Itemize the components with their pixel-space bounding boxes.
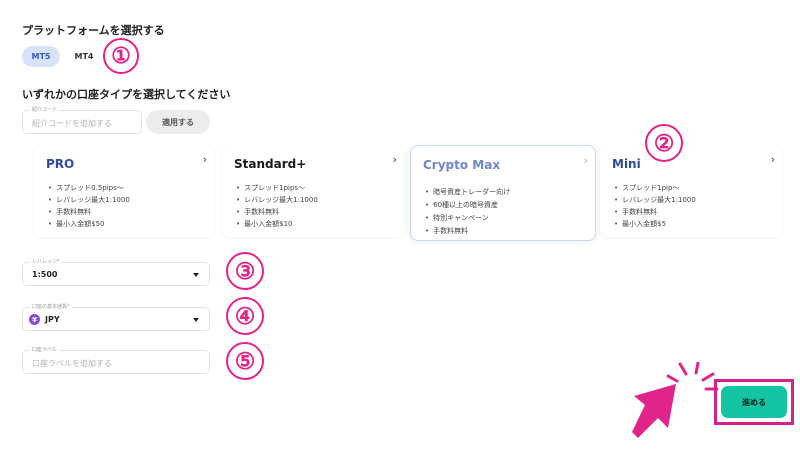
- referral-code-placeholder: 紹介コードを追加する: [32, 119, 112, 128]
- referral-code-label: 紹介コード: [30, 106, 60, 113]
- list-item: 手数料無料: [236, 206, 318, 218]
- chevron-right-icon: ›: [392, 153, 397, 166]
- cursor-arrow-icon: [632, 362, 719, 438]
- list-item: 暗号資産トレーダー向け: [425, 186, 510, 199]
- account-card-crypto-max[interactable]: Crypto Max › 暗号資産トレーダー向け 60種以上の暗号資産 特別キャ…: [410, 145, 596, 241]
- list-item: レバレッジ最大1:1000: [236, 194, 318, 206]
- currency-select[interactable]: 口座の基本通貨* ¥ JPY: [22, 303, 210, 331]
- card-title: Crypto Max: [423, 158, 501, 172]
- chevron-right-icon: ›: [202, 153, 207, 166]
- list-item: スプレッド1pips〜: [236, 182, 318, 194]
- account-card-mini[interactable]: Mini › スプレッド1pip〜 レバレッジ最大1:1000 手数料無料 最小…: [600, 145, 782, 237]
- account-type-title: いずれかの口座タイプを選択してください: [22, 88, 231, 101]
- list-item: レバレッジ最大1:1000: [614, 194, 696, 206]
- platform-mt5-button[interactable]: MT5: [22, 46, 60, 67]
- apply-code-button[interactable]: 適用する: [146, 110, 210, 134]
- next-button[interactable]: 進める: [721, 386, 787, 418]
- account-label-placeholder: 口座ラベルを追加する: [32, 359, 112, 368]
- list-item: 手数料無料: [425, 225, 510, 238]
- leverage-select[interactable]: レバレッジ* 1:500: [22, 258, 210, 286]
- currency-value: JPY: [45, 315, 60, 324]
- annotation-4: ④: [226, 297, 264, 335]
- list-item: 最小入金額$10: [236, 218, 318, 230]
- platform-title: プラットフォームを選択する: [22, 24, 165, 37]
- card-features: スプレッド1pip〜 レバレッジ最大1:1000 手数料無料 最小入金額$5: [614, 182, 696, 230]
- card-features: スプレッド0.5pips〜 レバレッジ最大1:1000 手数料無料 最小入金額$…: [48, 182, 130, 230]
- annotation-1: ①: [103, 38, 139, 74]
- caret-down-icon: [193, 273, 199, 277]
- platform-mt4-button[interactable]: MT4: [66, 46, 102, 67]
- caret-down-icon: [193, 318, 199, 322]
- list-item: 最小入金額$50: [48, 218, 130, 230]
- list-item: スプレッド1pip〜: [614, 182, 696, 194]
- card-title: Mini: [612, 157, 641, 171]
- list-item: スプレッド0.5pips〜: [48, 182, 130, 194]
- account-card-pro[interactable]: PRO › スプレッド0.5pips〜 レバレッジ最大1:1000 手数料無料 …: [34, 145, 214, 237]
- list-item: 特別キャンペーン: [425, 212, 510, 225]
- list-item: レバレッジ最大1:1000: [48, 194, 130, 206]
- yen-icon: ¥: [29, 314, 40, 325]
- leverage-label: レバレッジ*: [30, 258, 62, 265]
- card-features: 暗号資産トレーダー向け 60種以上の暗号資産 特別キャンペーン 手数料無料: [425, 186, 510, 238]
- card-features: スプレッド1pips〜 レバレッジ最大1:1000 手数料無料 最小入金額$10: [236, 182, 318, 230]
- leverage-value: 1:500: [32, 270, 58, 279]
- annotation-5: ⑤: [226, 342, 264, 380]
- referral-code-field[interactable]: 紹介コード 紹介コードを追加する: [22, 106, 142, 134]
- account-label-field[interactable]: 口座ラベル 口座ラベルを追加する: [22, 346, 210, 374]
- list-item: 手数料無料: [614, 206, 696, 218]
- list-item: 60種以上の暗号資産: [425, 199, 510, 212]
- annotation-2: ②: [645, 124, 683, 162]
- account-card-standard-plus[interactable]: Standard+ › スプレッド1pips〜 レバレッジ最大1:1000 手数…: [222, 145, 404, 237]
- chevron-right-icon: ›: [770, 153, 775, 166]
- list-item: 最小入金額$5: [614, 218, 696, 230]
- card-title: PRO: [46, 157, 75, 171]
- list-item: 手数料無料: [48, 206, 130, 218]
- currency-label: 口座の基本通貨*: [30, 303, 72, 310]
- chevron-right-icon: ›: [583, 154, 588, 167]
- annotation-3: ③: [226, 252, 264, 290]
- card-title: Standard+: [234, 157, 307, 171]
- account-label-label: 口座ラベル: [30, 346, 60, 353]
